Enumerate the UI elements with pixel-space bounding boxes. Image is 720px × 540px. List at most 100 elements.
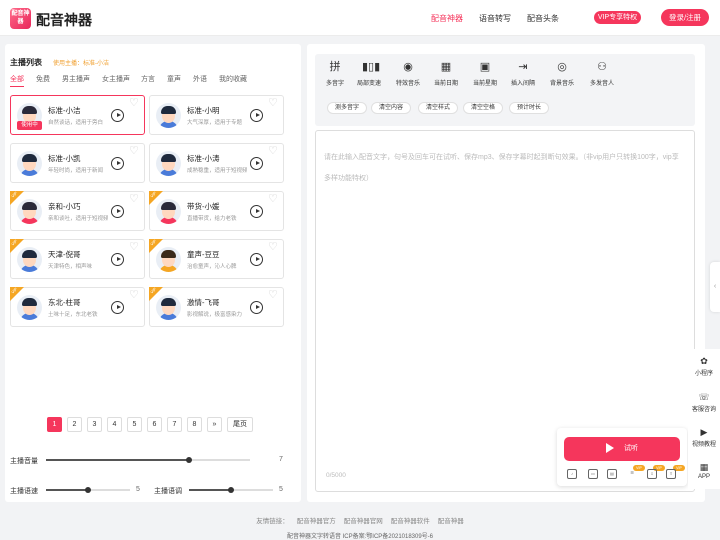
page-button[interactable]: 2 — [67, 417, 82, 432]
estimate-duration-button[interactable]: 预计时长 — [509, 102, 549, 114]
anchor-card[interactable]: VIP 亲和-小巧 亲和谈吐，适用于短视频 ♡ — [10, 190, 145, 231]
clear-content-button[interactable]: 清空内容 — [371, 102, 411, 114]
nav-speech-to-text[interactable]: 语音转写 — [479, 13, 511, 24]
play-icon[interactable] — [111, 109, 124, 122]
pitch-slider[interactable] — [189, 487, 273, 493]
tab-favorites[interactable]: 我的收藏 — [219, 74, 247, 84]
play-icon[interactable] — [111, 301, 124, 314]
anchor-name: 童声-豆豆 — [187, 250, 220, 259]
page-button[interactable]: 4 — [107, 417, 122, 432]
anchor-card[interactable]: 标准-小凯 年轻时尚，适用于新闻 ♡ — [10, 143, 145, 183]
tab-male[interactable]: 男主播声 — [62, 74, 90, 84]
share-icon[interactable]: ⇪ — [666, 469, 676, 479]
play-icon — [606, 443, 614, 454]
play-icon[interactable] — [250, 205, 263, 218]
tool-bg-music[interactable]: ◎ 背景音乐 — [544, 60, 580, 87]
play-icon[interactable] — [250, 253, 263, 266]
anchor-card[interactable]: 使用中 标准-小洁 自然谈话，适用于旁白 ♡ — [10, 95, 145, 135]
heart-icon[interactable]: ♡ — [129, 194, 139, 205]
play-icon[interactable] — [250, 109, 263, 122]
heart-icon[interactable]: ♡ — [268, 290, 278, 301]
anchor-card[interactable]: 标准-小涛 成熟稳重，适用于短视频 ♡ — [149, 143, 284, 183]
audition-button[interactable]: 试听 — [564, 437, 680, 461]
volume-slider-knob[interactable] — [185, 457, 192, 463]
anchor-card[interactable]: VIP 东北-柱哥 土味十足，东北老铁 ♡ — [10, 286, 145, 327]
page-button[interactable]: 1 — [47, 417, 62, 432]
clear-spaces-button[interactable]: 清空空格 — [463, 102, 503, 114]
in-use-badge: 使用中 — [17, 121, 42, 130]
play-icon[interactable] — [111, 157, 124, 170]
speed-slider-knob[interactable] — [85, 487, 91, 493]
nav-voice-tool[interactable]: 配音神器 — [431, 13, 463, 24]
anchor-card[interactable]: 标准-小明 大气深厚，适用于专题 ♡ — [149, 95, 284, 135]
heart-icon[interactable]: ♡ — [268, 98, 278, 109]
last-page-button[interactable]: 尾页 — [227, 417, 253, 432]
tool-effect-music[interactable]: ◉ 特效音乐 — [390, 60, 426, 87]
float-app[interactable]: ▦ APP — [688, 461, 720, 480]
clear-style-button[interactable]: 清空样式 — [418, 102, 458, 114]
float-customer-service[interactable]: ☏ 客服咨询 — [688, 391, 720, 413]
page-button[interactable]: 5 — [127, 417, 142, 432]
tab-free[interactable]: 免费 — [36, 74, 50, 84]
tab-all[interactable]: 全部 — [10, 74, 24, 87]
save-icon[interactable]: ▤ — [607, 469, 617, 479]
play-icon[interactable] — [111, 253, 124, 266]
speed-value: 5 — [136, 486, 140, 493]
anchor-card[interactable]: VIP 童声-豆豆 治愈童声，沁人心脾 ♡ — [149, 238, 284, 279]
subtitle-icon[interactable]: ☰ — [627, 469, 637, 479]
vip-privilege-button[interactable]: VIP专享特权 — [594, 11, 641, 24]
volume-slider[interactable] — [46, 457, 250, 463]
tool-current-date[interactable]: ▦ 当前日期 — [428, 60, 464, 87]
avatar — [17, 151, 42, 176]
side-collapse-tab[interactable]: ‹ — [710, 262, 720, 312]
heart-icon[interactable]: ♡ — [268, 194, 278, 205]
mp3-icon[interactable]: ♪ — [567, 469, 577, 479]
play-icon[interactable] — [250, 157, 263, 170]
anchor-card[interactable]: VIP 带货-小媛 直播带货，给力老铁 ♡ — [149, 190, 284, 231]
heart-icon[interactable]: ♡ — [129, 146, 139, 157]
page-button[interactable]: 7 — [167, 417, 182, 432]
tab-foreign[interactable]: 外语 — [193, 74, 207, 84]
nav-news[interactable]: 配音头条 — [527, 13, 559, 24]
heart-icon[interactable]: ♡ — [129, 242, 139, 253]
anchor-name: 标准-小明 — [187, 106, 220, 115]
next-page-button[interactable]: » — [207, 417, 222, 432]
page-button[interactable]: 8 — [187, 417, 202, 432]
calendar-week-icon: ▣ — [479, 61, 491, 73]
float-video-tutorial[interactable]: ▶ 视频教程 — [688, 426, 720, 448]
tool-multi-speaker[interactable]: ⚇ 多发音人 — [584, 60, 620, 87]
logo-text[interactable]: 配音神器 — [36, 10, 92, 30]
heart-icon[interactable]: ♡ — [129, 290, 139, 301]
audition-label: 试听 — [624, 445, 638, 452]
tab-child[interactable]: 童声 — [167, 74, 181, 84]
speed-slider[interactable] — [46, 487, 130, 493]
footer-link[interactable]: 配音神器官方 — [297, 518, 336, 525]
test-polyphone-button[interactable]: 测多音字 — [327, 102, 367, 114]
anchor-card[interactable]: VIP 天津-倪哥 天津特色，相声味 ♡ — [10, 238, 145, 279]
footer-link[interactable]: 配音神器官网 — [344, 518, 383, 525]
heart-icon[interactable]: ♡ — [268, 242, 278, 253]
anchor-card[interactable]: VIP 激情-飞哥 影视解说，极富感染力 ♡ — [149, 286, 284, 327]
tool-local-speed[interactable]: ▮▯▮ 局部变速 — [351, 60, 387, 87]
tool-current-week[interactable]: ▣ 当前星期 — [467, 60, 503, 87]
page-button[interactable]: 6 — [147, 417, 162, 432]
footer-link[interactable]: 配音神器软件 — [391, 518, 430, 525]
tool-insert-pause[interactable]: ⇥ 插入间隔 — [505, 60, 541, 87]
float-mini-program[interactable]: ✿ 小程序 — [688, 355, 720, 377]
pitch-slider-knob[interactable] — [228, 487, 234, 493]
page-button[interactable]: 3 — [87, 417, 102, 432]
vinyl-icon: ◎ — [557, 61, 567, 73]
footer-link[interactable]: 配音神器 — [438, 518, 464, 525]
play-icon[interactable] — [111, 205, 124, 218]
export-icon[interactable]: ⇩ — [647, 469, 657, 479]
logo-icon[interactable]: 配音神器 — [10, 8, 31, 29]
tab-dialect[interactable]: 方言 — [141, 74, 155, 84]
tool-polyphone[interactable]: 拼多音字 — [317, 60, 353, 87]
pitch-label: 主播语调 — [154, 488, 182, 495]
login-register-button[interactable]: 登录/注册 — [661, 9, 709, 26]
play-icon[interactable] — [250, 301, 263, 314]
heart-icon[interactable]: ♡ — [268, 146, 278, 157]
heart-icon[interactable]: ♡ — [129, 98, 139, 109]
tab-female[interactable]: 女主播声 — [102, 74, 130, 84]
video-icon[interactable]: ▭ — [588, 469, 598, 479]
